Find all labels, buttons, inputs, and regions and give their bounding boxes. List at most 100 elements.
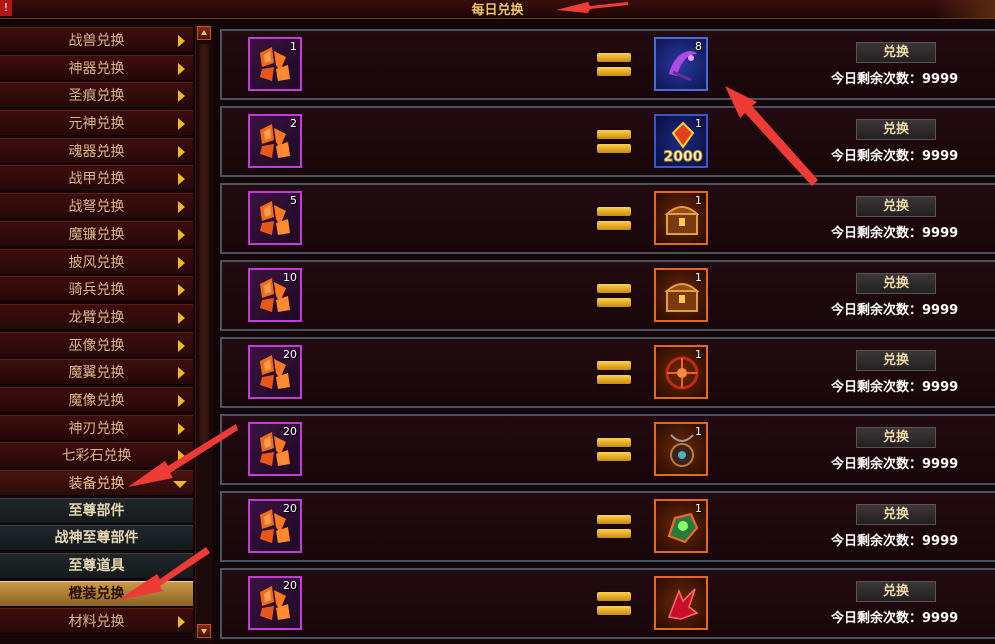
- reward-item-slot[interactable]: 1: [654, 345, 708, 399]
- equals-bar: [597, 130, 631, 139]
- sidebar-item[interactable]: 披风兑换: [0, 248, 193, 275]
- sidebar-item[interactable]: 七彩石兑换: [0, 442, 193, 469]
- sidebar-item-label: 魔翼兑换: [68, 365, 125, 382]
- exchange-row: 20 1 兑换今日剩余次数：9999: [220, 337, 995, 408]
- chevron-right-icon: [178, 173, 185, 186]
- exchange-button[interactable]: 兑换: [856, 427, 936, 448]
- remaining-label: 今日剩余次数：: [831, 611, 923, 626]
- sidebar-item-label: 神器兑换: [68, 60, 125, 77]
- chevron-right-icon: [178, 90, 185, 103]
- sidebar-item[interactable]: 元神兑换: [0, 110, 193, 137]
- equals-icon: [597, 284, 631, 308]
- cost-item-slot[interactable]: 2: [248, 114, 302, 168]
- reward-item-slot[interactable]: [654, 576, 708, 630]
- sidebar-item[interactable]: 魔镰兑换: [0, 220, 193, 247]
- remaining-label: 今日剩余次数：: [831, 534, 923, 549]
- remaining-label: 今日剩余次数：: [831, 380, 923, 395]
- exchange-row: 1 8 兑换 今日剩余次数：9999: [220, 29, 995, 100]
- cost-quantity: 1: [290, 40, 297, 53]
- cost-quantity: 2: [290, 117, 297, 130]
- sidebar-item-label: 材料兑换: [68, 614, 125, 631]
- sidebar-item[interactable]: 魂器兑换: [0, 137, 193, 164]
- sidebar-subitem[interactable]: 至尊部件: [0, 497, 193, 524]
- equals-bar: [597, 221, 631, 230]
- chevron-right-icon: [178, 201, 185, 214]
- exchange-button[interactable]: 兑换: [856, 42, 936, 63]
- reward-quantity: 1: [695, 271, 702, 284]
- reward-item-slot[interactable]: 2000 1: [654, 114, 708, 168]
- exchange-button[interactable]: 兑换: [856, 350, 936, 371]
- cost-item-slot[interactable]: 10: [248, 268, 302, 322]
- exchange-row: 2 2000 1 兑换 今日剩余次数：9999: [220, 106, 995, 177]
- sidebar-scrollbar[interactable]: [195, 24, 212, 640]
- page-title: 每日兑换: [471, 3, 524, 18]
- reward-item-slot[interactable]: 1: [654, 268, 708, 322]
- equals-bar: [597, 67, 631, 76]
- remaining-value: 9999: [922, 534, 959, 549]
- reward-item-slot[interactable]: 1: [654, 191, 708, 245]
- sidebar-item-label: 披风兑换: [68, 254, 125, 271]
- scroll-thumb[interactable]: [199, 44, 209, 444]
- sidebar-item[interactable]: 战兽兑换: [0, 27, 193, 53]
- chevron-right-icon: [178, 394, 185, 407]
- sidebar-item-materials[interactable]: 材料兑换: [0, 608, 193, 635]
- sidebar-subitem[interactable]: 橙装兑换: [0, 580, 193, 607]
- exchange-button[interactable]: 兑换: [856, 196, 936, 217]
- reward-item-slot[interactable]: 1: [654, 499, 708, 553]
- exchange-button[interactable]: 兑换: [856, 119, 936, 140]
- exchange-button[interactable]: 兑换: [856, 273, 936, 294]
- equals-bar: [597, 53, 631, 62]
- cost-item-slot[interactable]: 5: [248, 191, 302, 245]
- sidebar-item[interactable]: 战甲兑换: [0, 165, 193, 192]
- cost-item-slot[interactable]: 1: [248, 37, 302, 91]
- equals-icon: [597, 361, 631, 385]
- sidebar-item[interactable]: 巫像兑换: [0, 331, 193, 358]
- cost-item-slot[interactable]: 20: [248, 499, 302, 553]
- chevron-right-icon: [178, 35, 185, 47]
- exchange-button[interactable]: 兑换: [856, 504, 936, 525]
- sidebar-item[interactable]: 龙臂兑换: [0, 303, 193, 330]
- equals-icon: [597, 592, 631, 616]
- remaining-value: 9999: [922, 72, 959, 87]
- cost-item-slot[interactable]: 20: [248, 345, 302, 399]
- remaining-value: 9999: [922, 380, 959, 395]
- title-bar: ! 每日兑换: [0, 0, 995, 19]
- chevron-down-icon: [173, 481, 187, 488]
- sidebar-subitem[interactable]: 战神至尊部件: [0, 525, 193, 552]
- remaining-label: 今日剩余次数：: [831, 149, 923, 164]
- chevron-right-icon: [178, 616, 185, 629]
- scroll-up-button[interactable]: [197, 26, 211, 40]
- sidebar-subitem[interactable]: 至尊道具: [0, 553, 193, 580]
- cost-item-slot[interactable]: 20: [248, 576, 302, 630]
- sidebar-item[interactable]: 神器兑换: [0, 54, 193, 81]
- sidebar-item-label: 魂器兑换: [68, 143, 125, 160]
- chevron-right-icon: [178, 145, 185, 158]
- reward-quantity: 1: [695, 425, 702, 438]
- cost-item-slot[interactable]: 20: [248, 422, 302, 476]
- sidebar-item[interactable]: 神刃兑换: [0, 414, 193, 441]
- exchange-button[interactable]: 兑换: [856, 581, 936, 602]
- scroll-down-button[interactable]: [197, 624, 211, 638]
- equals-icon: [597, 515, 631, 539]
- cost-quantity: 5: [290, 194, 297, 207]
- chevron-right-icon: [178, 118, 185, 131]
- sidebar-item[interactable]: 圣痕兑换: [0, 82, 193, 109]
- sidebar-item-equipment[interactable]: 装备兑换: [0, 470, 193, 496]
- sidebar-item[interactable]: 魔像兑换: [0, 386, 193, 413]
- equals-bar: [597, 298, 631, 307]
- sidebar-item-label: 骑兵兑换: [68, 282, 125, 299]
- remaining-label: 今日剩余次数：: [831, 303, 923, 318]
- reward-item-slot[interactable]: 1: [654, 422, 708, 476]
- sidebar-item[interactable]: 战弩兑换: [0, 193, 193, 220]
- cost-quantity: 20: [283, 348, 297, 361]
- sidebar-item-label: 魔镰兑换: [68, 226, 125, 243]
- cost-quantity: 10: [283, 271, 297, 284]
- equals-bar: [597, 592, 631, 601]
- reward-item-slot[interactable]: 8: [654, 37, 708, 91]
- chevron-right-icon: [178, 422, 185, 435]
- exchange-row: 20 1 兑换今日剩余次数：9999: [220, 491, 995, 562]
- sidebar-item[interactable]: 骑兵兑换: [0, 276, 193, 303]
- remaining-count: 今日剩余次数：9999: [831, 299, 958, 318]
- equals-bar: [597, 452, 631, 461]
- sidebar-item[interactable]: 魔翼兑换: [0, 359, 193, 386]
